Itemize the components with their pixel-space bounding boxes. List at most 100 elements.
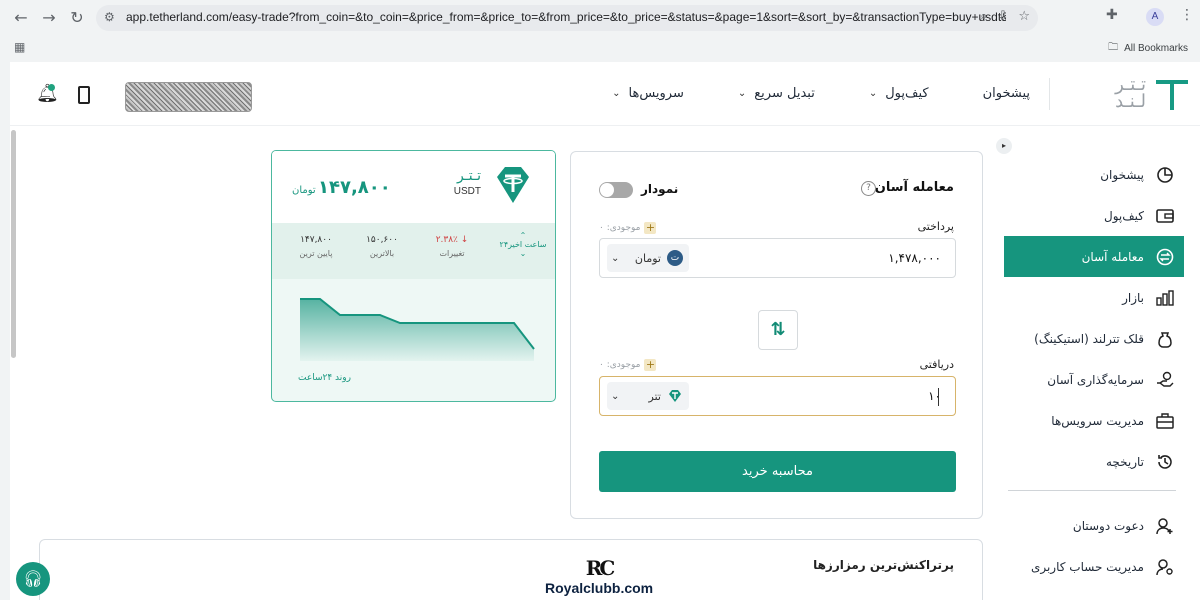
easy-trade-card: معامله آسان ? نمودار پرداختی موجودی: ۰ +…: [570, 151, 983, 519]
tetherland-logo[interactable]: تـتـر لـنـد: [1068, 76, 1188, 116]
chevron-down-icon: ⌄: [611, 390, 620, 402]
period-selector[interactable]: ⌃ ۲۴ساعت اخیر ⌄: [499, 231, 547, 258]
sidebar-item-label: تاریخچه: [1105, 454, 1144, 469]
deposit-plus-icon[interactable]: +: [644, 222, 657, 234]
receive-balance: موجودی: ۰ +: [599, 359, 657, 371]
price-card-header: تـتـر USDT ۱۴۷,۸۰۰ تومان: [272, 151, 555, 223]
site-info-icon[interactable]: ⚙: [104, 10, 115, 24]
pay-currency-label: تومان: [634, 251, 661, 265]
briefcase-icon: [1154, 410, 1176, 432]
current-price: ۱۴۷,۸۰۰: [318, 177, 391, 198]
top-header: تـتـر لـنـد پیشخوان کیف‌پول ⌄ تبدیل سریع ⌄ …: [10, 62, 1200, 126]
zoom-icon[interactable]: ⌕: [980, 9, 987, 24]
sidebar-item-label: قلک تترلند (استیکینگ): [1034, 331, 1144, 346]
price-stats: ⌃ ۲۴ساعت اخیر ⌄ ۲.۳۸٪ ↓ تغییرات ۱۵۰,۶۰۰ …: [272, 223, 555, 279]
pay-amount-field[interactable]: ۱,۴۷۸,۰۰۰ ت تومان ⌄: [599, 238, 956, 278]
change-value: ۲.۳۸٪: [435, 235, 458, 245]
sidebar: پیشخوان کیف‌پول معامله آسان بازار قلک تت…: [1004, 154, 1184, 587]
sidebar-item-dashboard[interactable]: پیشخوان: [1004, 154, 1180, 195]
chevron-down-icon: ⌄: [519, 249, 527, 258]
sidebar-item-services[interactable]: مدیریت سرویس‌ها: [1004, 400, 1180, 441]
calculate-buy-button[interactable]: محاسبه خرید: [599, 451, 956, 492]
sidebar-item-label: پیشخوان: [1100, 167, 1144, 182]
nav-label: سرویس‌ها: [628, 86, 684, 101]
install-app-icon[interactable]: ⇩: [997, 9, 1008, 24]
all-bookmarks[interactable]: 🗀 All Bookmarks: [1108, 40, 1188, 57]
dashboard-icon: [1154, 164, 1176, 186]
sidebar-item-market[interactable]: بازار: [1004, 277, 1180, 318]
invest-icon: [1154, 369, 1176, 391]
price-unit: تومان: [292, 185, 316, 196]
profile-avatar[interactable]: A: [1146, 8, 1164, 26]
menu-dots-icon[interactable]: ⋮: [1180, 7, 1194, 23]
receive-balance-text: موجودی: ۰: [599, 360, 641, 370]
top-coins-card: پرتراکنش‌ترین رمزارزها RC Royalclubb.com: [39, 539, 983, 600]
sidebar-item-history[interactable]: تاریخچه: [1004, 441, 1180, 482]
notification-dot: [48, 84, 55, 91]
mobile-app-icon[interactable]: [78, 86, 90, 104]
apps-grid-icon[interactable]: ▦: [14, 40, 25, 54]
reload-icon[interactable]: ↻: [66, 7, 88, 29]
receive-label: دریافتی: [919, 358, 954, 371]
coin-symbol: USDT: [453, 186, 481, 197]
star-icon[interactable]: ☆: [1018, 9, 1030, 24]
chevron-down-icon: ⌄: [737, 88, 747, 99]
chevron-down-icon: ⌄: [612, 88, 621, 99]
extensions-icon[interactable]: ✚: [1106, 7, 1118, 23]
user-settings-icon: [1154, 556, 1176, 578]
nav-dashboard[interactable]: پیشخوان: [983, 86, 1030, 101]
sidebar-item-label: مدیریت سرویس‌ها: [1051, 413, 1144, 428]
swap-arrows-icon: ⇅: [770, 319, 786, 340]
user-name-redacted[interactable]: [125, 82, 252, 112]
nav-services[interactable]: سرویس‌ها ⌄: [612, 86, 684, 101]
pay-balance: موجودی: ۰ +: [599, 222, 657, 234]
pay-amount[interactable]: ۱,۴۷۸,۰۰۰: [888, 251, 941, 265]
logo-line2: لـنـد: [1115, 91, 1146, 112]
receive-currency-select[interactable]: تتر ⌄: [607, 382, 689, 410]
sidebar-collapse-icon[interactable]: ▸: [996, 138, 1012, 154]
sidebar-item-investment[interactable]: سرمایه‌گذاری آسان: [1004, 359, 1180, 400]
chart-toggle[interactable]: [599, 182, 633, 198]
high-value: ۱۵۰,۶۰۰: [366, 235, 398, 245]
sidebar-item-easy-trade[interactable]: معامله آسان: [1004, 236, 1184, 277]
pay-label: پرداختی: [917, 220, 954, 233]
sidebar-item-invite[interactable]: دعوت دوستان: [1004, 505, 1180, 546]
scrollbar[interactable]: [11, 130, 16, 358]
app-page: تـتـر لـنـد پیشخوان کیف‌پول ⌄ تبدیل سریع ⌄ …: [10, 62, 1200, 600]
nav-wallet[interactable]: کیف‌پول ⌄: [869, 86, 929, 101]
period-label: ۲۴ساعت اخیر: [499, 240, 547, 249]
address-bar[interactable]: ⚙ app.tetherland.com/easy-trade?from_coi…: [96, 5, 1038, 31]
piggy-icon: [1154, 328, 1176, 350]
sidebar-item-wallet[interactable]: کیف‌پول: [1004, 195, 1180, 236]
text-caret: [938, 388, 939, 406]
support-headset-button[interactable]: 🎧︎: [16, 562, 50, 596]
nav-label: تبدیل سریع: [754, 86, 815, 101]
sidebar-item-account[interactable]: مدیریت حساب کاربری: [1004, 546, 1180, 587]
bookmarks-bar: ▦ 🗀 All Bookmarks: [0, 36, 1200, 58]
pay-currency-select[interactable]: ت تومان ⌄: [607, 244, 689, 272]
swap-button[interactable]: ⇅: [758, 310, 798, 350]
chart-toggle-label: نمودار: [641, 182, 679, 196]
nav-quick-convert[interactable]: تبدیل سریع ⌄: [738, 86, 815, 101]
sidebar-item-staking[interactable]: قلک تترلند (استیکینگ): [1004, 318, 1180, 359]
trend-sparkline: [300, 298, 535, 361]
stat-change: ۲.۳۸٪ ↓ تغییرات: [422, 235, 482, 258]
sparkline-area: [300, 299, 534, 361]
back-icon[interactable]: ←: [10, 7, 32, 29]
usdt-coin-icon: [669, 390, 681, 402]
help-icon[interactable]: ?: [861, 181, 876, 196]
chevron-down-icon: ⌄: [868, 88, 878, 99]
forward-icon[interactable]: →: [38, 7, 60, 29]
exchange-icon: [1154, 246, 1176, 268]
receive-amount[interactable]: ۱۰: [928, 389, 941, 403]
sidebar-item-label: دعوت دوستان: [1072, 518, 1144, 533]
history-icon: [1154, 451, 1176, 473]
stat-low: ۱۴۷,۸۰۰ پایین ترین: [284, 235, 348, 258]
deposit-plus-icon[interactable]: +: [644, 359, 657, 371]
receive-amount-field[interactable]: ۱۰ تتر ⌄: [599, 376, 956, 416]
low-value: ۱۴۷,۸۰۰: [300, 235, 332, 245]
trend-label: روند ۲۴ساعت: [298, 373, 351, 383]
toman-coin-icon: ت: [667, 250, 683, 266]
chevron-up-icon: ⌃: [519, 231, 527, 240]
url-text[interactable]: app.tetherland.com/easy-trade?from_coin=…: [126, 10, 1006, 24]
